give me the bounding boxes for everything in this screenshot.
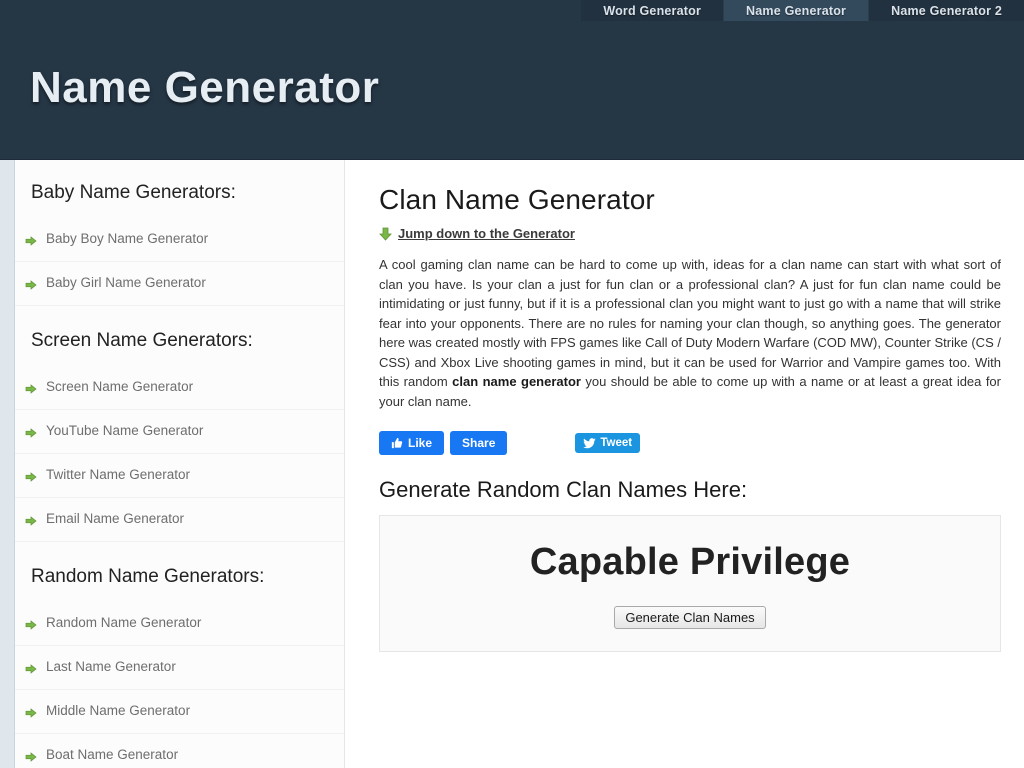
jump-down-link[interactable]: Jump down to the Generator — [398, 226, 575, 241]
sidebar-item-label: Boat Name Generator — [46, 747, 179, 763]
sidebar: Baby Name Generators: Baby Boy Name Gene… — [15, 160, 345, 768]
nav-tab-name-generator[interactable]: Name Generator — [724, 0, 870, 21]
green-arrow-icon — [25, 234, 37, 246]
sidebar-item-label: YouTube Name Generator — [46, 423, 204, 439]
green-arrow-icon — [25, 618, 37, 630]
intro-paragraph: A cool gaming clan name can be hard to c… — [379, 255, 1001, 411]
green-arrow-icon — [25, 382, 37, 394]
green-arrow-icon — [25, 514, 37, 526]
green-arrow-icon — [25, 662, 37, 674]
top-navigation-bar: Word Generator Name Generator Name Gener… — [0, 0, 1024, 21]
sidebar-item-label: Baby Boy Name Generator — [46, 231, 209, 247]
generate-clan-names-button[interactable]: Generate Clan Names — [614, 605, 766, 629]
sidebar-item-twitter-name-generator[interactable]: Twitter Name Generator — [15, 454, 344, 498]
facebook-share-label: Share — [462, 436, 496, 450]
sidebar-group-heading: Random Name Generators: — [31, 566, 265, 587]
generator-box: Capable Privilege Generate Clan Names — [379, 515, 1001, 652]
site-title: Name Generator — [30, 63, 380, 112]
intro-text-part1: A cool gaming clan name can be hard to c… — [379, 257, 1001, 389]
sidebar-item-screen-name-generator[interactable]: Screen Name Generator — [15, 366, 344, 410]
facebook-like-label: Like — [408, 436, 433, 450]
sidebar-item-label: Screen Name Generator — [46, 379, 194, 395]
page-body: Baby Name Generators: Baby Boy Name Gene… — [14, 160, 1024, 768]
sidebar-group-heading: Baby Name Generators: — [31, 182, 236, 203]
social-share-row: Like Share Tweet — [379, 429, 1001, 457]
nav-tab-label: Word Generator — [603, 3, 702, 18]
sidebar-group-heading: Screen Name Generators: — [31, 330, 253, 351]
sidebar-item-baby-boy-name-generator[interactable]: Baby Boy Name Generator — [15, 218, 344, 262]
sidebar-item-boat-name-generator[interactable]: Boat Name Generator — [15, 734, 344, 768]
twitter-tweet-button[interactable]: Tweet — [575, 433, 641, 453]
sidebar-item-label: Middle Name Generator — [46, 703, 191, 719]
page-title: Clan Name Generator — [379, 184, 655, 215]
green-arrow-icon — [25, 426, 37, 438]
sidebar-group-screen: Screen Name Generators: Screen Name Gene… — [15, 306, 344, 542]
sidebar-item-baby-girl-name-generator[interactable]: Baby Girl Name Generator — [15, 262, 344, 306]
sidebar-item-label: Random Name Generator — [46, 615, 202, 631]
nav-tab-name-generator-2[interactable]: Name Generator 2 — [869, 0, 1024, 21]
nav-tab-word-generator[interactable]: Word Generator — [581, 0, 725, 21]
main-content: Clan Name Generator Jump down to the Gen… — [345, 160, 1024, 768]
generated-name-result: Capable Privilege — [529, 541, 851, 583]
sidebar-item-label: Email Name Generator — [46, 511, 185, 527]
sidebar-item-youtube-name-generator[interactable]: YouTube Name Generator — [15, 410, 344, 454]
sidebar-item-label: Twitter Name Generator — [46, 467, 191, 483]
jump-to-generator-row[interactable]: Jump down to the Generator — [379, 226, 1001, 241]
sidebar-item-label: Baby Girl Name Generator — [46, 275, 206, 291]
twitter-bird-icon — [583, 437, 597, 449]
green-arrow-icon — [25, 470, 37, 482]
sidebar-item-last-name-generator[interactable]: Last Name Generator — [15, 646, 344, 690]
facebook-share-button[interactable]: Share — [450, 431, 508, 455]
sidebar-group-random: Random Name Generators: Random Name Gene… — [15, 542, 344, 768]
twitter-tweet-label: Tweet — [600, 437, 633, 449]
green-arrow-icon — [25, 706, 37, 718]
sidebar-item-random-name-generator[interactable]: Random Name Generator — [15, 602, 344, 646]
thumbs-up-icon — [391, 437, 403, 449]
sidebar-group-baby: Baby Name Generators: Baby Boy Name Gene… — [15, 160, 344, 306]
sidebar-item-email-name-generator[interactable]: Email Name Generator — [15, 498, 344, 542]
green-arrow-icon — [25, 278, 37, 290]
site-header: Name Generator — [0, 21, 1024, 160]
sidebar-item-middle-name-generator[interactable]: Middle Name Generator — [15, 690, 344, 734]
green-down-arrow-icon — [379, 227, 392, 241]
sidebar-item-label: Last Name Generator — [46, 659, 176, 675]
green-arrow-icon — [25, 750, 37, 762]
facebook-like-button[interactable]: Like — [379, 431, 445, 455]
nav-tab-label: Name Generator 2 — [891, 3, 1002, 18]
nav-tab-label: Name Generator — [746, 3, 847, 18]
generator-heading: Generate Random Clan Names Here: — [379, 477, 748, 502]
intro-text-bold: clan name generator — [452, 374, 581, 389]
